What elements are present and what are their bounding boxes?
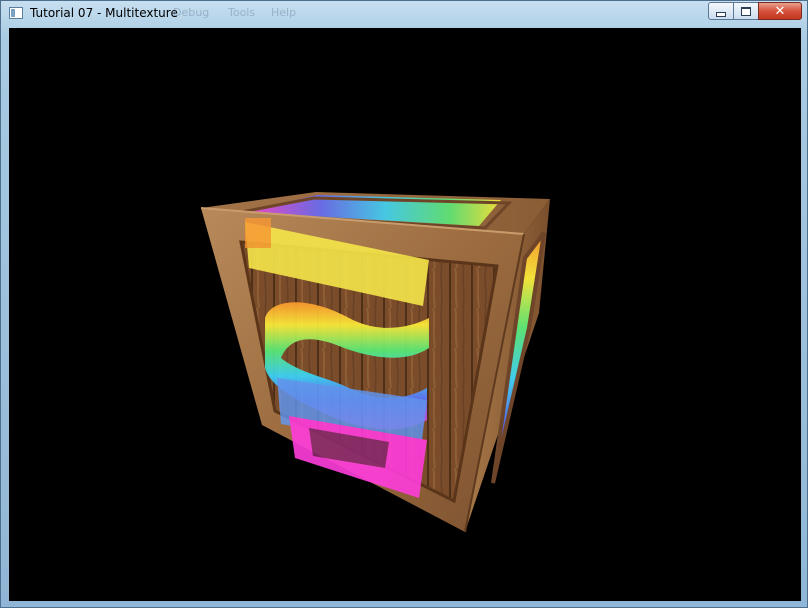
menu-item-help: Help	[271, 6, 297, 19]
minimize-icon	[716, 11, 726, 17]
application-window: Tutorial 07 - Multitexture Debug Tools H…	[0, 0, 808, 608]
menu-item-debug: Debug	[173, 6, 210, 19]
maximize-icon	[741, 6, 751, 16]
textured-cube	[200, 192, 550, 533]
minimize-button[interactable]	[708, 2, 734, 20]
close-button[interactable]: ✕	[758, 2, 802, 20]
app-icon[interactable]	[9, 7, 23, 19]
close-icon: ✕	[774, 3, 786, 19]
maximize-button[interactable]	[733, 2, 759, 20]
render-viewport[interactable]	[9, 28, 801, 601]
menu-item-tools: Tools	[228, 6, 256, 19]
title-bar[interactable]: Tutorial 07 - Multitexture Debug Tools H…	[1, 1, 807, 27]
window-title: Tutorial 07 - Multitexture	[30, 6, 178, 20]
